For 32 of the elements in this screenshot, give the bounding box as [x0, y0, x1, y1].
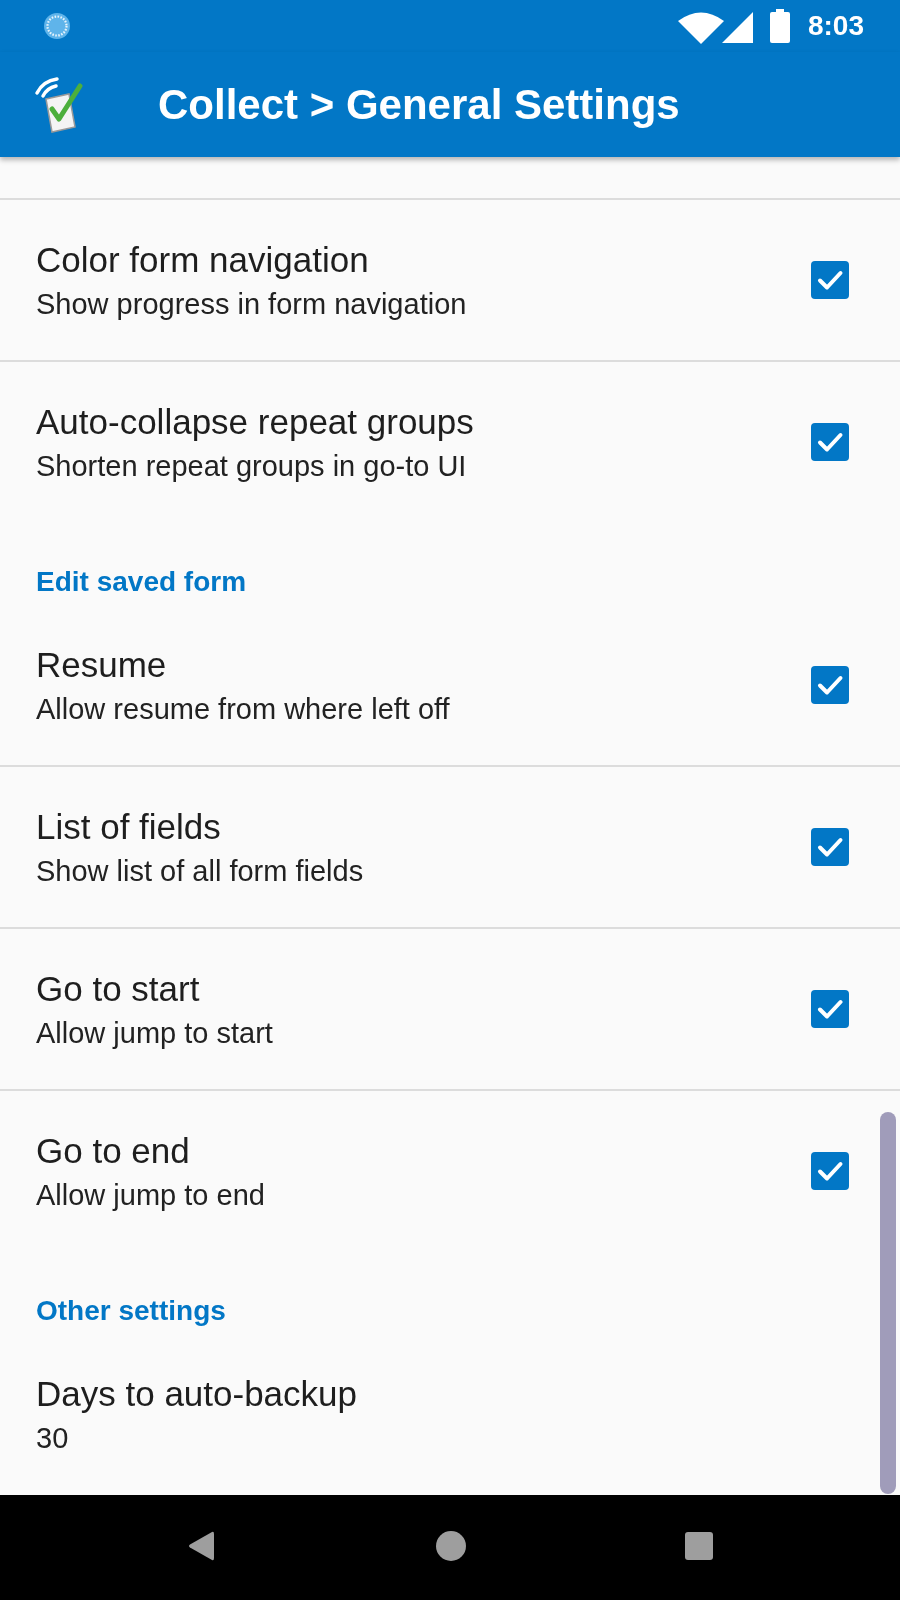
pref-title: Color form navigation — [36, 239, 370, 281]
pref-summary: Show progress in form navigation — [36, 287, 468, 322]
home-button-icon[interactable] — [436, 1530, 466, 1561]
checkbox[interactable] — [811, 828, 849, 866]
card-checkmark-icon — [33, 76, 83, 133]
status-time: 8:03 — [807, 9, 864, 43]
checkbox[interactable] — [811, 261, 849, 299]
pref-summary: Allow jump to end — [36, 1178, 266, 1213]
checkbox[interactable] — [811, 666, 849, 704]
wifi-icon — [677, 12, 724, 44]
dotted-circle-icon — [44, 13, 70, 39]
pref-summary: Show list of all form fields — [36, 854, 365, 889]
pref-title: Days to auto-backup — [36, 1373, 358, 1415]
pref-value: 30 — [36, 1421, 70, 1456]
checkbox[interactable] — [811, 990, 849, 1028]
checkbox[interactable] — [811, 1152, 849, 1190]
pref-summary: Allow resume from where left off — [36, 692, 451, 727]
signal-icon — [721, 11, 753, 43]
recents-button-icon[interactable] — [685, 1531, 713, 1560]
category-header: Edit saved form — [36, 565, 247, 599]
pref-summary: Shorten repeat groups in go-to UI — [36, 449, 468, 484]
pref-title: Go to end — [36, 1130, 191, 1172]
pref-summary: Allow jump to start — [36, 1016, 274, 1051]
pref-title: List of fields — [36, 806, 222, 848]
checkbox[interactable] — [811, 423, 849, 461]
pref-title: Go to start — [36, 968, 201, 1010]
category-header: Other settings — [36, 1294, 226, 1328]
back-button-icon[interactable] — [188, 1530, 214, 1561]
pref-title: Resume — [36, 644, 168, 686]
pref-title: Auto-collapse repeat groups — [36, 401, 475, 443]
app-bar-title: Collect > General Settings — [158, 79, 680, 130]
battery-icon — [769, 9, 790, 43]
